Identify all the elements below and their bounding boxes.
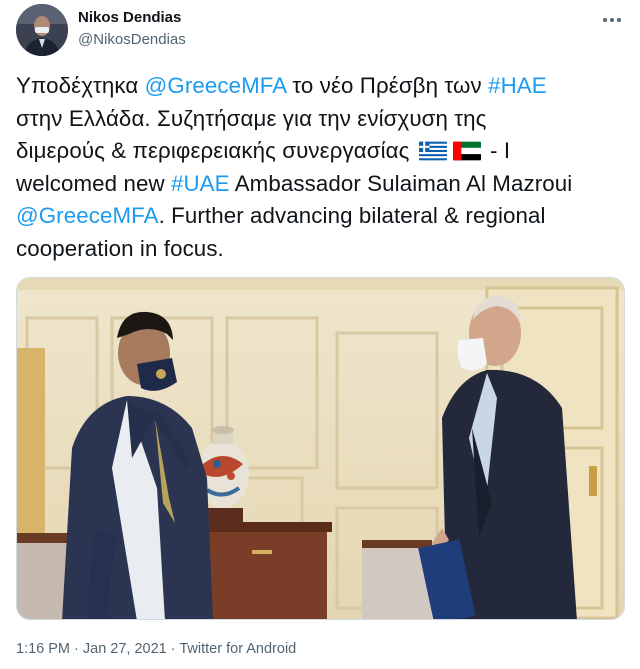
mention-link[interactable]: @GreeceMFA <box>145 73 286 98</box>
tweet-source[interactable]: Twitter for Android <box>179 641 296 657</box>
tweet-text-segment: cooperation in focus. <box>16 235 224 261</box>
more-options-icon[interactable] <box>598 6 626 34</box>
tweet-header: Nikos Dendias @NikosDendias <box>16 4 626 56</box>
tweet-date[interactable]: Jan 27, 2021 <box>83 641 167 657</box>
tweet-text-line: cooperation in focus. <box>16 233 626 266</box>
tweet-meta: 1:16 PM · Jan 27, 2021 · Twitter for And… <box>16 641 296 657</box>
tweet-text-segment: Ambassador Sulaiman Al Mazroui <box>229 170 573 196</box>
hashtag-link[interactable]: #UAE <box>171 171 230 196</box>
tweet-text-line: διμερούς & περιφερειακής συνεργασίας - I <box>16 135 626 168</box>
tweet-text-segment: Υποδέχτηκα <box>16 73 145 98</box>
separator: · <box>166 641 180 657</box>
avatar[interactable] <box>16 4 68 56</box>
tweet-text-line: Υποδέχτηκα @GreeceMFA το νέο Πρέσβη των … <box>16 70 626 103</box>
tweet-text-segment: στην Ελλάδα. Συζητήσαμε για την ενίσχυση… <box>16 105 487 131</box>
tweet-text-line: @GreeceMFA. Further advancing bilateral … <box>16 200 626 233</box>
tweet-text-segment: το νέο Πρέσβη των <box>286 73 489 98</box>
greece-flag-icon <box>418 141 447 161</box>
mention-link[interactable]: @GreeceMFA <box>16 203 159 228</box>
tweet-text-segment: διμερούς & περιφερειακής συνεργασίας <box>16 138 416 164</box>
tweet-text-segment: . Further advancing bilateral & regional <box>158 203 546 229</box>
tweet-text-line: welcomed new #UAE Ambassador Sulaiman Al… <box>16 168 626 201</box>
author-handle[interactable]: @NikosDendias <box>78 31 186 48</box>
separator: · <box>70 641 83 657</box>
uae-flag-icon <box>452 141 481 161</box>
tweet-text-line: στην Ελλάδα. Συζητήσαμε για την ενίσχυση… <box>16 103 626 136</box>
author-name[interactable]: Nikos Dendias <box>78 9 181 26</box>
hashtag-link[interactable]: #ΗΑΕ <box>488 73 547 98</box>
tweet-text-segment: - I <box>483 138 511 164</box>
tweet-text: Υποδέχτηκα @GreeceMFA το νέο Πρέσβη των … <box>16 70 626 266</box>
tweet-text-segment: welcomed new <box>16 170 171 196</box>
tweet-photo[interactable] <box>16 277 625 620</box>
tweet-time[interactable]: 1:16 PM <box>16 641 70 657</box>
